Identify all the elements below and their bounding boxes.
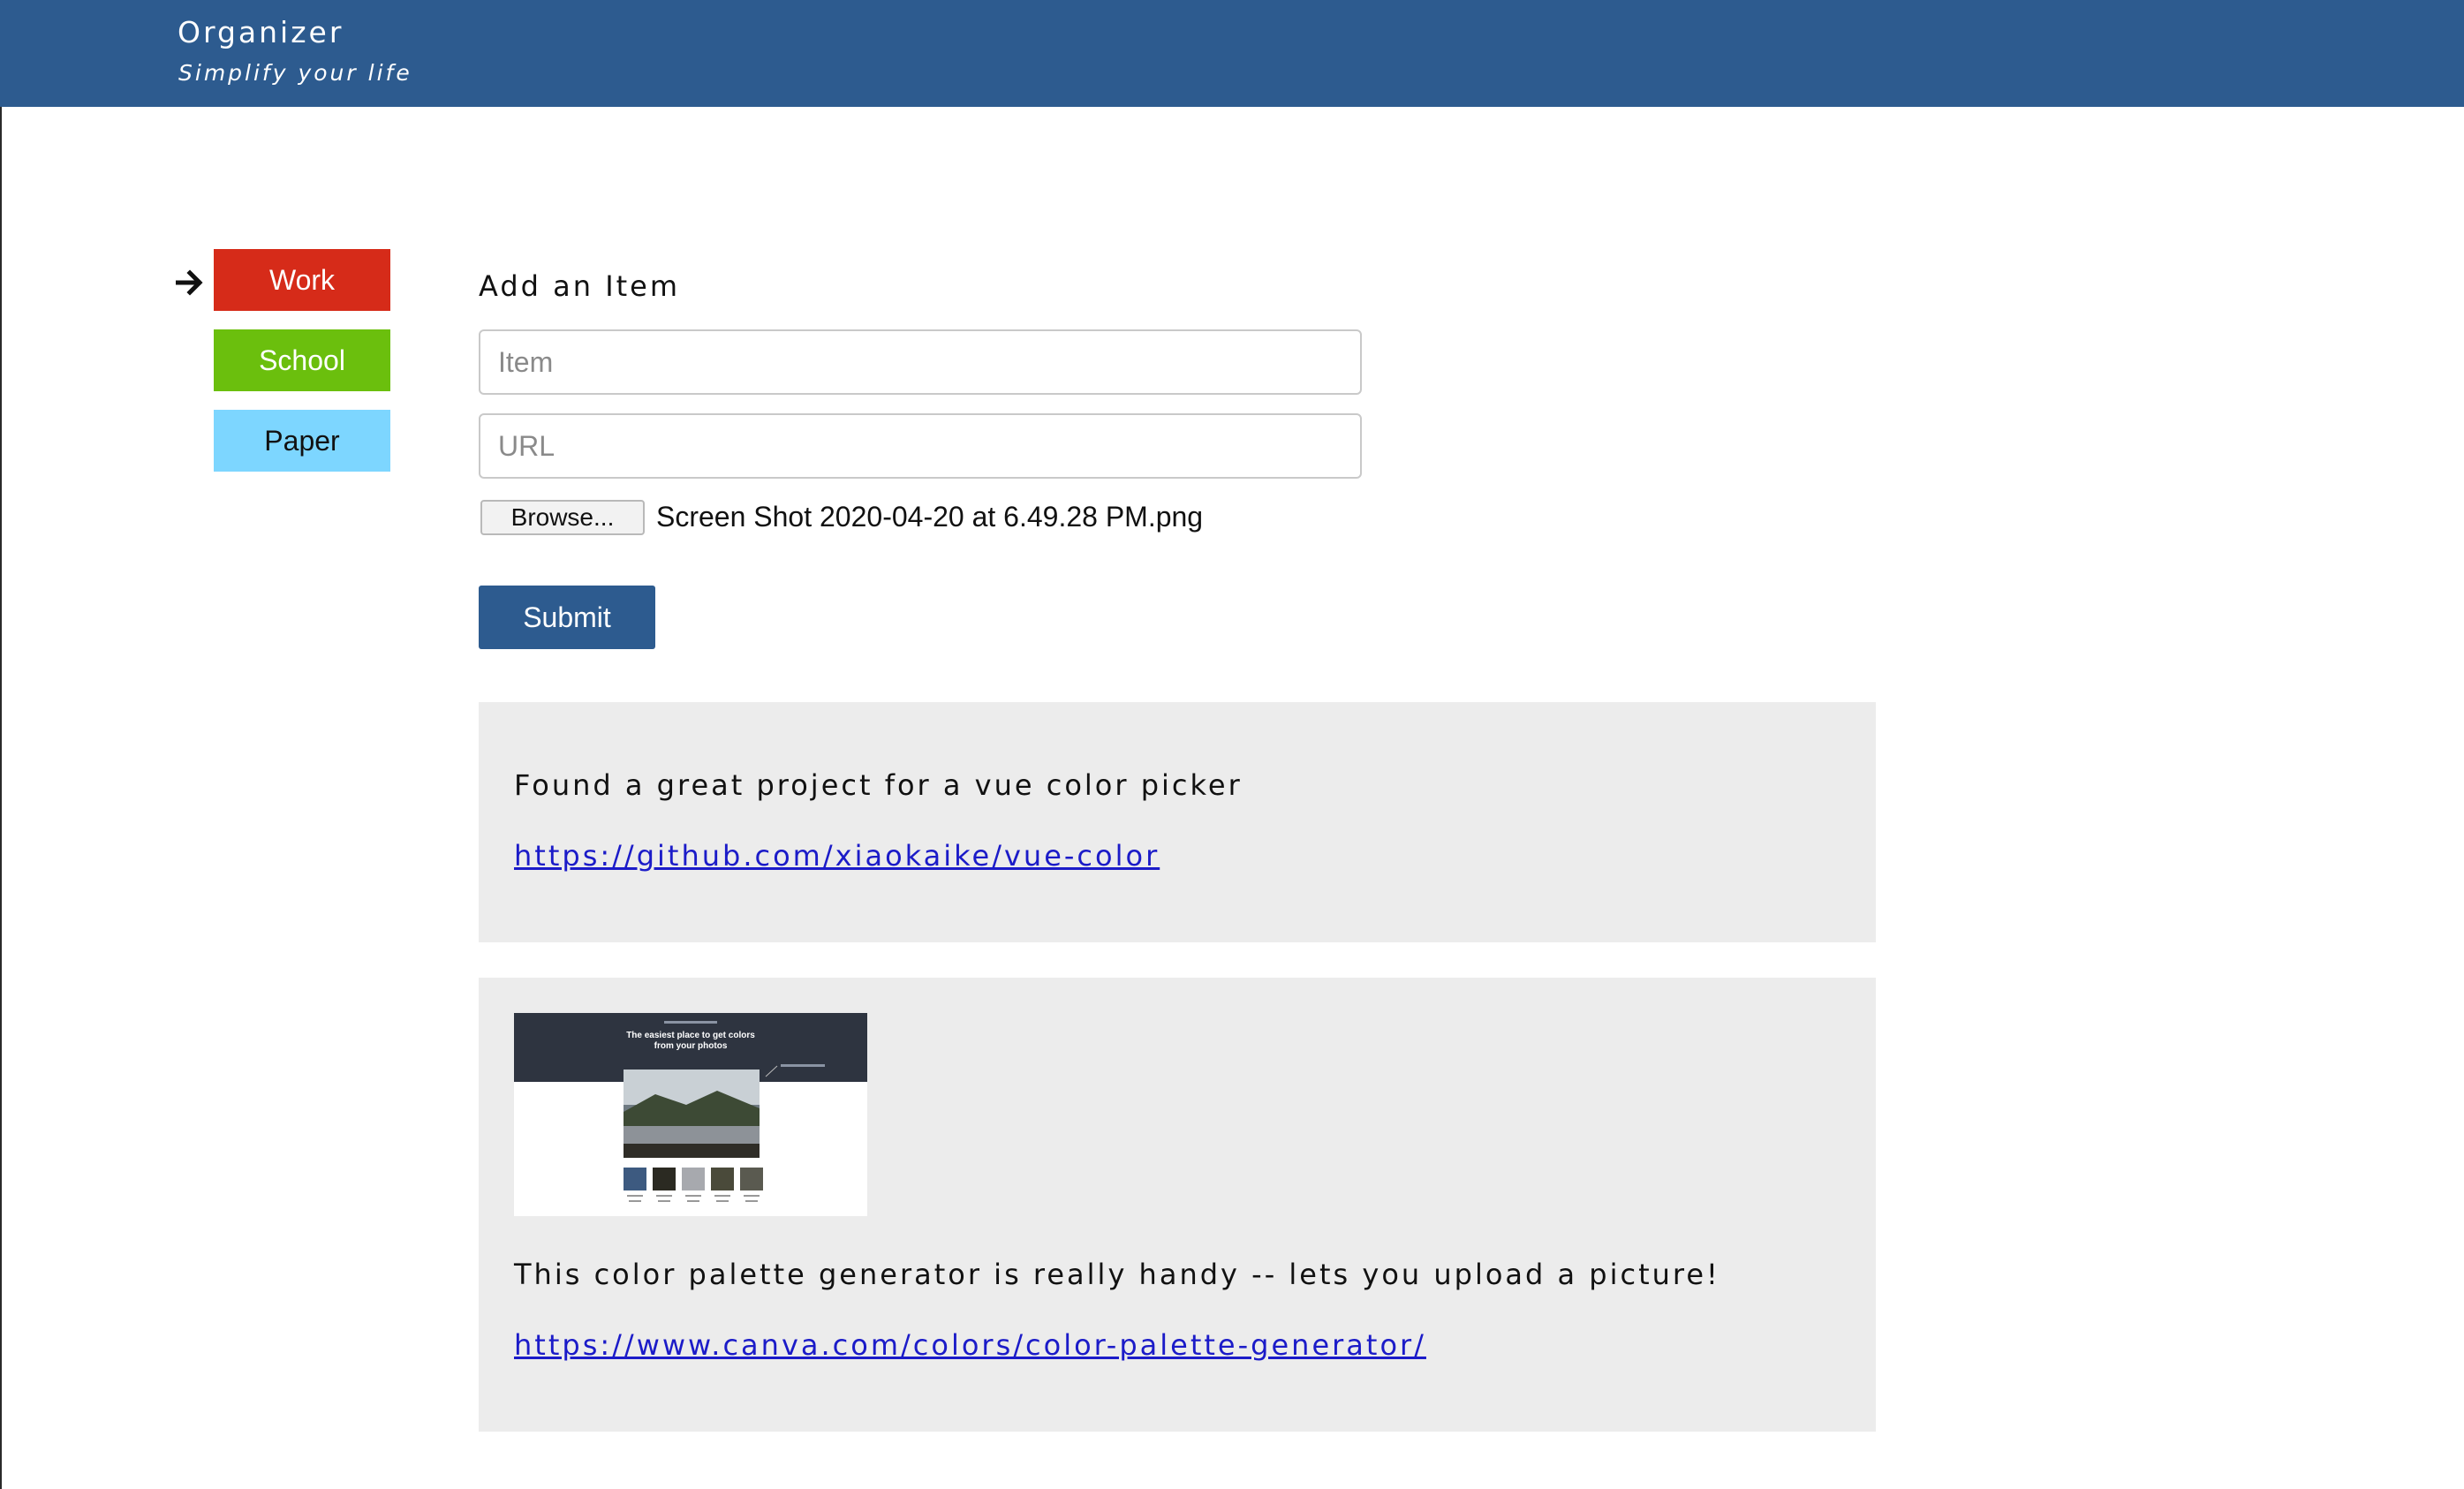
item-input[interactable]	[479, 329, 1362, 395]
url-input[interactable]	[479, 413, 1362, 479]
item-text: This color palette generator is really h…	[514, 1258, 1720, 1291]
selected-file-name: Screen Shot 2020-04-20 at 6.49.28 PM.png	[656, 501, 1204, 533]
category-school-button[interactable]: School	[214, 329, 390, 391]
item-card: Found a great project for a vue color pi…	[479, 702, 1876, 942]
item-card: The easiest place to get colors from you…	[479, 978, 1876, 1432]
item-link[interactable]: https://www.canva.com/colors/color-palet…	[514, 1331, 1426, 1359]
item-thumbnail-image: The easiest place to get colors from you…	[514, 1013, 867, 1216]
item-text: Found a great project for a vue color pi…	[514, 768, 1243, 802]
thumbnail-heading: The easiest place to get colors from you…	[626, 1031, 755, 1051]
form-heading: Add an Item	[479, 269, 681, 303]
app-title: Organizer	[178, 15, 344, 49]
browse-button[interactable]: Browse...	[480, 500, 645, 535]
submit-button[interactable]: Submit	[479, 586, 655, 649]
app-tagline: Simplify your life	[178, 60, 412, 86]
category-work-button[interactable]: Work	[214, 249, 390, 311]
app-header: Organizer Simplify your life	[0, 0, 2464, 107]
arrow-right-icon	[176, 269, 203, 296]
thumbnail-screenshot: The easiest place to get colors from you…	[514, 1013, 867, 1216]
item-link[interactable]: https://github.com/xiaokaike/vue-color	[514, 842, 1160, 870]
category-paper-button[interactable]: Paper	[214, 410, 390, 472]
window-edge	[0, 107, 2, 1489]
